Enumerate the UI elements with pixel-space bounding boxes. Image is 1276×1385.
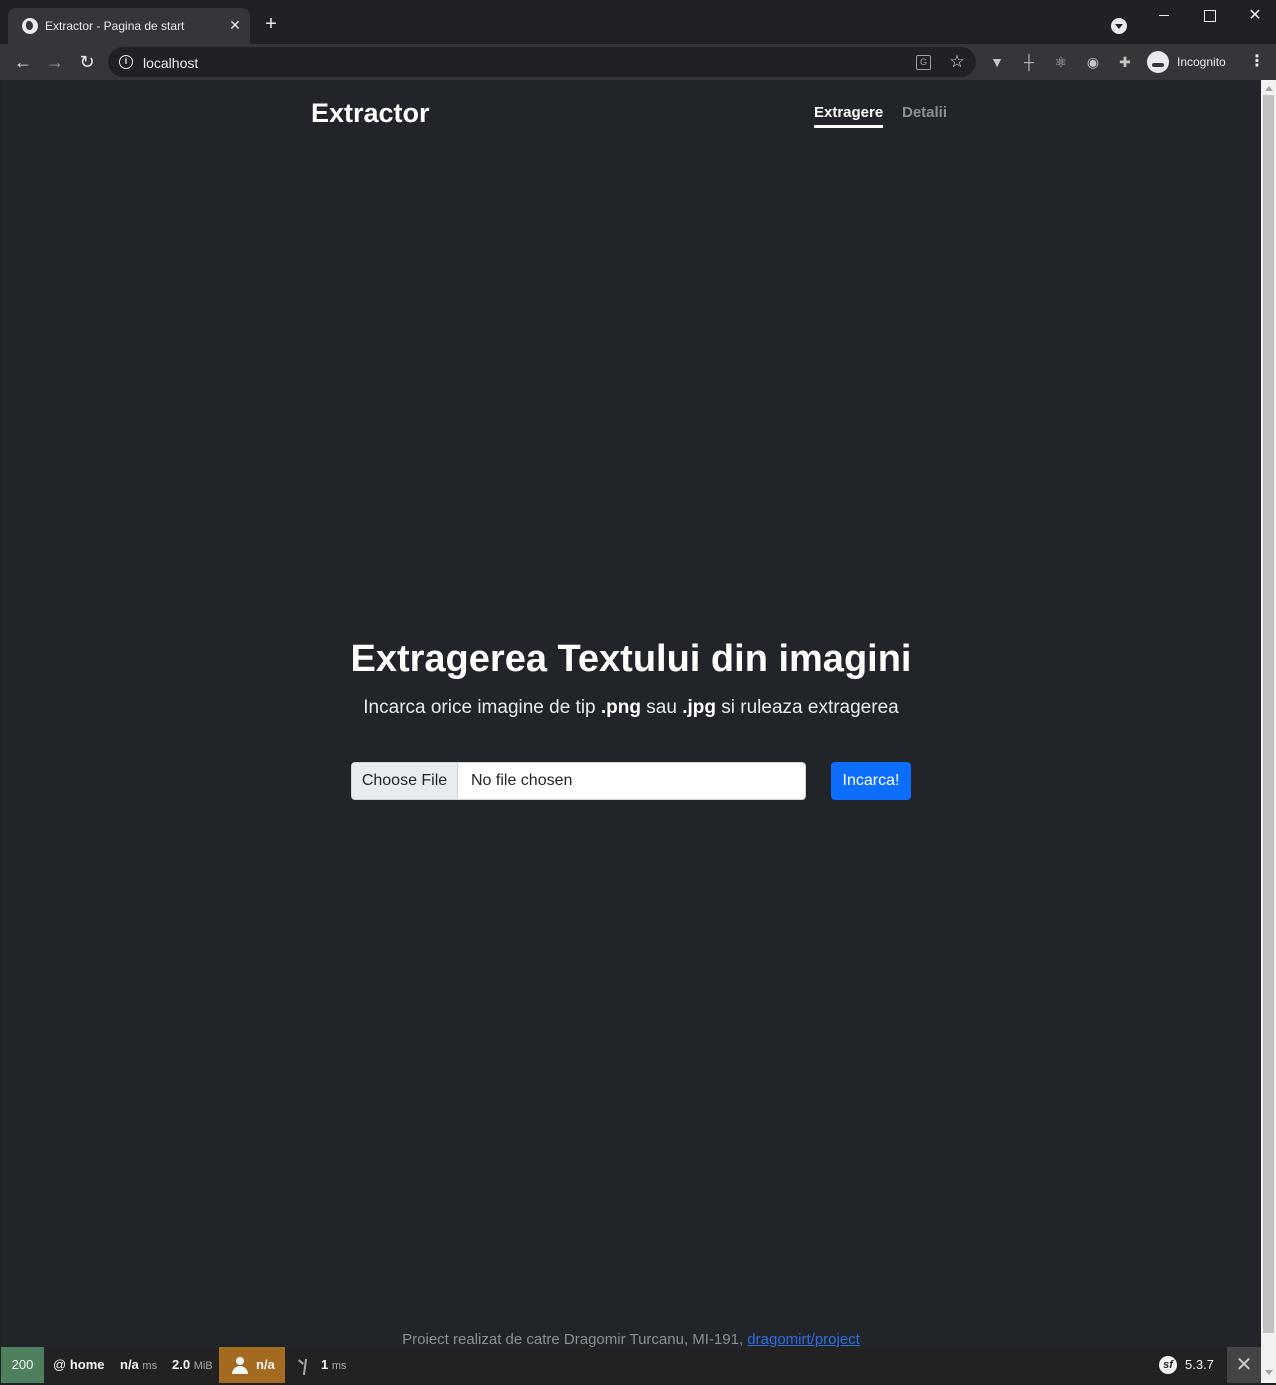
incognito-profile-button[interactable]: Incognito [1144,47,1238,77]
page-subtitle: Incarca orice imagine de tip .png sau .j… [1,697,1261,719]
memory-unit: MiB [193,1360,213,1372]
tab-close-icon[interactable]: ✕ [226,16,244,34]
time-value: n/a [120,1357,139,1372]
route-prefix: @ [53,1357,67,1372]
nav-link-detalii[interactable]: Detalii [902,104,947,125]
choose-file-button[interactable]: Choose File [352,763,458,799]
browser-menu-icon[interactable]: ⋮ [1248,52,1266,72]
tab-title: Extractor - Pagina de start [45,19,185,33]
page-viewport: Extractor Extragere Detalii Extragerea T… [1,80,1261,1383]
forward-arrow-icon[interactable]: → [43,50,67,74]
back-arrow-icon[interactable]: ← [11,50,35,74]
symfony-version[interactable]: 5.3.7 [1185,1347,1214,1383]
twig-value: 1 [321,1357,329,1372]
user-value: n/a [256,1357,275,1372]
subtitle-text: Incarca orice imagine de tip [363,697,601,718]
file-input[interactable]: Choose File No file chosen [351,762,806,800]
url-text[interactable]: localhost [143,55,198,71]
request-time[interactable]: n/a ms [120,1347,157,1383]
twig-unit: ms [331,1360,347,1372]
vue-devtools-icon[interactable]: ▼ [987,52,1007,72]
upload-button[interactable]: Incarca! [831,762,911,800]
footer-link[interactable]: dragomirt/project [747,1331,860,1348]
scroll-down-arrow-icon[interactable] [1265,1370,1273,1375]
translate-icon[interactable]: G [916,55,931,70]
browser-tab[interactable]: Extractor - Pagina de start ✕ [8,8,250,44]
memory-usage[interactable]: 2.0 MiB [172,1347,213,1383]
extensions-puzzle-icon[interactable]: ✚ [1115,52,1135,72]
browser-toolbar: ← → ↻ i localhost G ☆ ▼ ┼ ⚛ ◉ ✚ Incognit… [0,44,1276,80]
incognito-label: Incognito [1177,55,1226,69]
security-user[interactable]: n/a [219,1347,285,1383]
footer: Proiect realizat de catre Dragomir Turca… [1,1331,1261,1348]
time-unit: ms [142,1360,158,1372]
maximize-icon[interactable] [1199,6,1219,26]
minimize-icon[interactable] [1154,6,1174,26]
twig-icon [298,1357,312,1375]
user-icon [232,1357,248,1374]
browser-titlebar: Extractor - Pagina de start ✕ + ✕ [0,0,1276,44]
subtitle-text: si ruleaza extragerea [716,697,899,718]
window-close-icon[interactable]: ✕ [1245,6,1265,26]
subtitle-png: .png [600,697,642,718]
file-status: No file chosen [471,772,573,789]
site-brand[interactable]: Extractor [311,98,430,129]
subtitle-jpg: .jpg [682,697,716,718]
twig-render-time[interactable]: 1 ms [321,1347,347,1383]
route-name: home [69,1357,105,1372]
route-info[interactable]: @ home [53,1347,105,1383]
nav-link-extragere[interactable]: Extragere [814,104,884,128]
subtitle-text: sau [641,697,683,718]
incognito-icon [1147,51,1169,73]
reload-icon[interactable]: ↻ [75,50,99,74]
scroll-up-arrow-icon[interactable] [1265,86,1273,91]
page-scrollbar[interactable] [1261,80,1276,1383]
screenshot-camera-icon[interactable]: ◉ [1083,52,1103,72]
symfony-logo-icon: sf [1159,1356,1177,1374]
status-code-badge[interactable]: 200 [1,1347,44,1383]
memory-value: 2.0 [172,1357,191,1372]
page-title: Extragerea Textului din imagini [350,638,912,680]
globe-icon [22,18,38,34]
scroll-thumb[interactable] [1263,95,1274,1333]
debug-toolbar-close-icon[interactable]: ✕ [1227,1347,1261,1383]
address-bar[interactable]: i localhost G ☆ [108,47,976,77]
bookmark-star-icon[interactable]: ☆ [948,53,966,71]
site-info-icon[interactable]: i [119,55,133,69]
ruler-extension-icon[interactable]: ┼ [1019,52,1039,72]
footer-text: Proiect realizat de catre Dragomir Turca… [402,1331,748,1348]
new-tab-icon[interactable]: + [261,14,281,34]
react-devtools-icon[interactable]: ⚛ [1051,52,1071,72]
debug-toolbar: 200 @ home n/a ms 2.0 MiB n/a 1 ms sf 5.… [1,1347,1261,1383]
tab-search-icon[interactable] [1111,18,1127,34]
